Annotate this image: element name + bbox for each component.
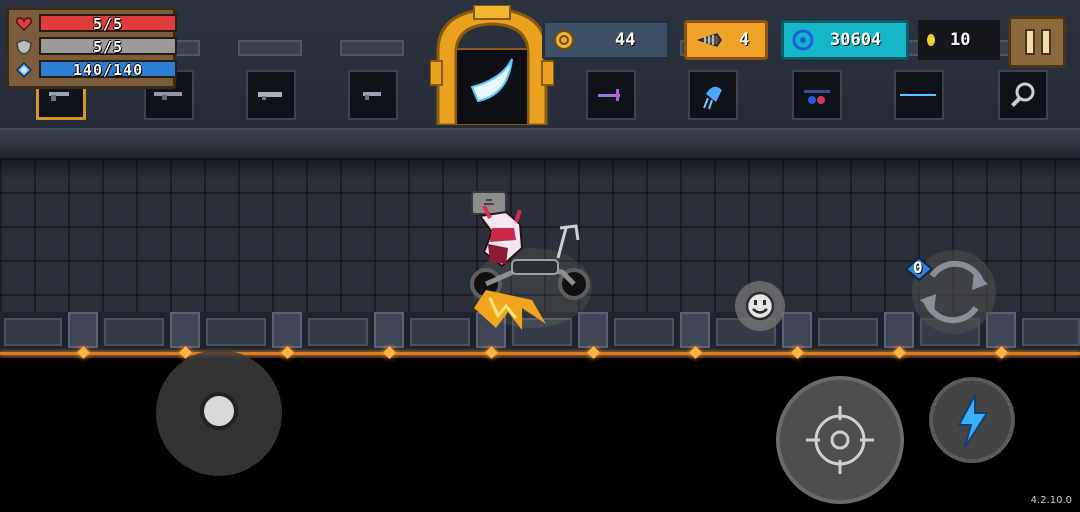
pause-icon-bar [1041, 29, 1051, 55]
wall-post [170, 312, 200, 348]
wall-block [1022, 318, 1080, 346]
floor-shadow [0, 158, 1080, 180]
wall-block [410, 318, 470, 346]
lava-trim [0, 352, 1080, 355]
weapon-slot-smg[interactable] [246, 70, 296, 120]
player-stats-panel: 5/5 5/5 140/140 [6, 7, 177, 89]
weapon-slot-magnifier[interactable] [998, 70, 1048, 120]
health-bar: 5/5 [39, 14, 177, 33]
health-text: 5/5 [92, 15, 124, 33]
gem-counter: 30604 [781, 20, 909, 60]
shield-icon [13, 38, 35, 56]
heart-icon [13, 15, 35, 33]
energy-row: 140/140 [13, 60, 177, 80]
wall-block [614, 318, 674, 346]
ammo-count: 0 [913, 258, 923, 277]
wall-block [104, 318, 164, 346]
energy-crystal-icon [13, 61, 35, 79]
armor-bar: 5/5 [39, 37, 177, 56]
crossbow-icon [598, 89, 620, 101]
wall-post [272, 312, 302, 348]
smiley-icon [745, 291, 775, 321]
pistol-icon [49, 92, 69, 101]
energy-bar: 140/140 [39, 60, 177, 79]
attack-button[interactable] [776, 376, 904, 504]
energy-text: 140/140 [72, 61, 144, 79]
coin-counter: 44 [542, 20, 670, 60]
player-on-motorcycle [470, 191, 592, 330]
joystick-knob[interactable] [200, 392, 238, 430]
weapon-slot-laser-sword[interactable] [894, 70, 944, 120]
shelf-cap [340, 40, 404, 56]
skill-button[interactable] [929, 377, 1015, 463]
game-scene: 5/5 5/5 140/140 44 4 30604 10 0 4.2.10.0 [0, 0, 1080, 512]
sniper-icon [804, 90, 830, 104]
wall-post [68, 312, 98, 348]
seed-counter: 10 [918, 20, 1000, 60]
smg-icon [258, 92, 282, 100]
weapon-slot-jellyfish-staff[interactable] [688, 70, 738, 120]
weapon-slot-blue-sniper[interactable] [792, 70, 842, 120]
coin-icon [554, 30, 574, 50]
wall-ledge [0, 128, 1080, 160]
armor-row: 5/5 [13, 37, 177, 57]
gem-icon [792, 29, 814, 51]
handgun-icon [363, 92, 381, 100]
wall-post [782, 312, 812, 348]
shelf-cap [238, 40, 302, 56]
magnifier-icon [1011, 82, 1035, 107]
laser-sword-icon [900, 94, 936, 96]
pause-button[interactable] [1008, 16, 1066, 68]
wall-block [818, 318, 878, 346]
weapon-slot-purple-crossbow[interactable] [586, 70, 636, 120]
wall-block [308, 318, 368, 346]
gem-count: 30604 [830, 30, 882, 50]
material-counter: 4 [684, 20, 768, 60]
crosshair-icon [806, 406, 874, 474]
lightning-icon [957, 394, 989, 448]
version-label: 4.2.10.0 [1030, 495, 1072, 506]
seed-icon [927, 34, 935, 46]
wall-post [374, 312, 404, 348]
rifle-icon [154, 92, 182, 100]
weapon-portal[interactable] [430, 5, 554, 125]
seed-count: 10 [950, 30, 971, 50]
emote-button[interactable] [735, 281, 785, 331]
pause-icon [1025, 29, 1035, 55]
armor-text: 5/5 [92, 38, 124, 56]
wall-block [4, 318, 62, 346]
weapon-slot-handgun[interactable] [348, 70, 398, 120]
wall-post [884, 312, 914, 348]
fish-bone-icon [697, 33, 722, 47]
wall-post [680, 312, 710, 348]
material-count: 4 [739, 30, 750, 50]
jellyfish-icon [703, 86, 722, 110]
coin-count: 44 [615, 30, 636, 50]
wall-block [206, 318, 266, 346]
health-row: 5/5 [13, 14, 177, 34]
